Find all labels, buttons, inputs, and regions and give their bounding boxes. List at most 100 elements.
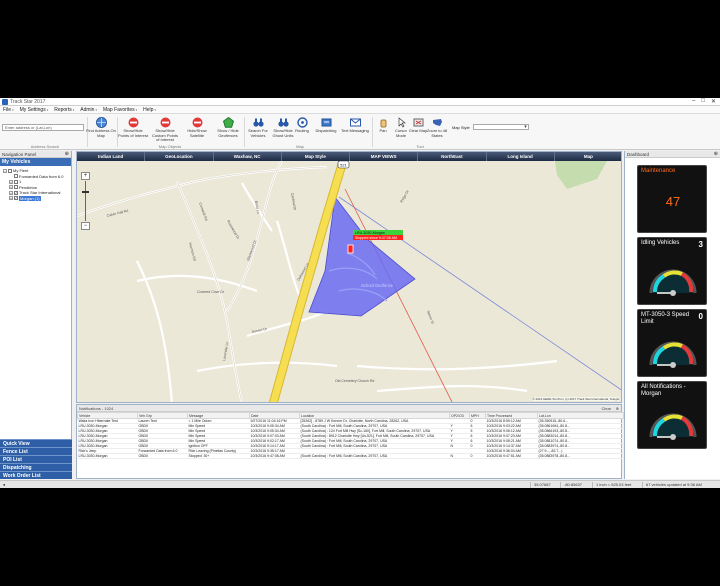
navigation-panel-title: Navigation Panel (2, 152, 37, 157)
no-entry-icon (191, 116, 203, 128)
tree-item[interactable]: Forwarded Data from 6.0 (0, 174, 71, 180)
status-lat: 35.07687 (530, 482, 554, 488)
zoom-48-states-button[interactable]: Zoom to 48 States (424, 116, 450, 138)
app-icon (2, 99, 8, 105)
svg-text:Covered Cove Dr: Covered Cove Dr (197, 290, 225, 294)
no-entry-icon (159, 116, 171, 128)
globe-icon (95, 116, 107, 128)
text-messaging-button[interactable]: Text Messaging (340, 116, 370, 134)
zoom-slider[interactable] (82, 181, 89, 221)
notifications-title: Notifications - 1024 (79, 406, 114, 411)
tree-item-selected[interactable]: + ✓ Morgan (1) (0, 195, 71, 202)
map-style-select[interactable] (472, 124, 529, 130)
menu-admin[interactable]: Admin ▾ (80, 107, 97, 113)
show-hide-poi-button[interactable]: Show/Hide Points of Interest (118, 116, 148, 138)
vehicle-label: LRU-3030-Morgan (355, 231, 385, 235)
table-row[interactable]: LRU-3030-Morgan OBDII Stopped: 30+ 10/3/201… (77, 453, 624, 459)
map-favorites-bar: Indian Land GeoLocation Waxhaw, NC Map S… (77, 152, 621, 161)
hide-show-satellite-button[interactable]: Hide/Show Satellite (182, 116, 212, 138)
group-label-tool: Tool (416, 144, 424, 149)
vehicle-marker (347, 244, 354, 254)
tab-work-order-list[interactable]: Work Order List (0, 471, 72, 479)
menu-help[interactable]: Help ▾ (143, 107, 156, 113)
clear-notifications-button[interactable]: Clear (601, 405, 611, 412)
map-copyright: © 2016 HERE TomTom, (c) 2017 Track Star … (532, 397, 619, 401)
zoom-slider-thumb[interactable] (82, 191, 89, 193)
table-cell: 10/3/2016 9:47:08 AM (249, 453, 300, 459)
tab-quick-view[interactable]: Quick View (0, 439, 72, 447)
menu-bar: File ▾ My Settings ▾ Reports ▾ Admin ▾ Map F… (0, 106, 720, 114)
close-icon[interactable]: ✕ (711, 98, 716, 105)
table-cell: Stopped: 30+ (187, 453, 250, 459)
my-vehicles-header[interactable]: My Vehicles (0, 158, 71, 166)
menu-map-favorites[interactable]: Map Favorites ▾ (103, 107, 137, 113)
table-cell: (South Carolina) : 124 Fort Mill Hwy [Sc… (299, 428, 450, 434)
menu-my-settings[interactable]: My Settings ▾ (20, 107, 49, 113)
gauge-icon (649, 269, 697, 296)
dashboard-panel: Dashboard ⊕ Maintenance 47 Idling Vehicle… (624, 151, 720, 479)
map-favorite-item[interactable]: Map Style (282, 152, 350, 161)
status-scale: 1 inch = 525.03 feet (592, 482, 634, 488)
map-favorite-item[interactable]: MAP VIEWS (350, 152, 419, 161)
zoom-control: + − (81, 172, 90, 230)
idling-vehicles-widget[interactable]: Idling Vehicles 3 (637, 237, 707, 305)
svg-text:Old Cemetery Church Rd: Old Cemetery Church Rd (335, 379, 374, 383)
all-notifications-widget[interactable]: All Notifications - Morgan (637, 381, 707, 449)
speed-limit-widget[interactable]: MT-3050-3 Speed Limit 0 (637, 309, 707, 377)
map-favorite-item[interactable]: NorthEast (418, 152, 487, 161)
maintenance-widget[interactable]: Maintenance 47 (637, 165, 707, 233)
maintenance-count: 47 (665, 194, 681, 209)
table-cell: (South Carolina) : Fort Mill, South Caro… (299, 453, 450, 459)
find-address-button[interactable]: Find Address On Map (86, 116, 116, 138)
tab-fence-list[interactable]: Fence List (0, 447, 72, 455)
pin-icon[interactable]: ⊕ (616, 405, 619, 412)
map-favorite-item[interactable]: Map (555, 152, 621, 161)
dispatch-icon (320, 116, 332, 128)
maximize-icon[interactable]: □ (701, 98, 705, 105)
status-lon: -80.85637 (560, 482, 585, 488)
group-label-address: Address Search (30, 144, 60, 149)
svg-text:521: 521 (340, 163, 347, 168)
menu-reports[interactable]: Reports ▾ (54, 107, 74, 113)
map-favorite-item[interactable]: Long Island (487, 152, 555, 161)
gauge-icon (649, 413, 697, 440)
map-favorite-item[interactable]: GeoLocation (145, 152, 214, 161)
geofence-label: School Geofence (361, 283, 394, 288)
hand-icon (377, 116, 389, 128)
group-label-map-objects: Map Objects (158, 144, 182, 149)
map-favorite-item[interactable]: Waxhaw, NC (214, 152, 282, 161)
table-cell: (35.0883978,-80.8... (537, 453, 624, 459)
pin-icon[interactable]: ⊕ (65, 151, 69, 158)
address-search-input[interactable]: Enter address or (Lat,Lon) (2, 124, 84, 131)
menu-file[interactable]: File ▾ (3, 107, 14, 113)
map-view[interactable]: Indian Land GeoLocation Waxhaw, NC Map S… (76, 151, 622, 403)
cursor-icon (395, 116, 407, 128)
dispatching-button[interactable]: Dispatching (311, 116, 341, 134)
table-cell: 10/3/2016 9:47:51 AM (485, 453, 538, 459)
table-cell: LRU-3030-Morgan (77, 453, 138, 459)
show-hide-geofences-button[interactable]: Show / Hide Geofences (213, 116, 243, 138)
info-icon: ● (3, 482, 6, 487)
tab-poi-list[interactable]: POI List (0, 455, 72, 463)
binoculars-icon (252, 116, 264, 128)
table-cell: 0 (469, 453, 486, 459)
clear-map-icon (412, 116, 424, 128)
zoom-out-button[interactable]: − (81, 222, 90, 230)
map-style-control: Map Style (452, 124, 529, 130)
table-cell: N (449, 453, 470, 459)
vehicle-status: Stopped since 9:47:08 AM (355, 236, 397, 240)
tab-dispatching[interactable]: Dispatching (0, 463, 72, 471)
gauge-icon (649, 341, 697, 368)
map-canvas[interactable]: 521 School Geofence LRU-3030-Morgan Stop… (77, 161, 622, 403)
envelope-icon (349, 116, 361, 128)
ribbon-toolbar: Enter address or (Lat,Lon) Address Searc… (0, 114, 720, 150)
map-favorite-item[interactable]: Indian Land (77, 152, 146, 161)
group-label-map: Map (296, 144, 304, 149)
show-hide-custom-poi-button[interactable]: Show/Hide Custom Points of Interest (150, 116, 180, 143)
minimize-icon[interactable]: – (692, 98, 695, 105)
zoom-in-button[interactable]: + (81, 172, 90, 180)
tree-item[interactable]: + ✓ Track Star International (0, 190, 71, 196)
status-updated: 67 vehicles updated at 9:36 AM (642, 482, 705, 488)
pin-icon[interactable]: ⊕ (714, 151, 718, 158)
window-title: Track Star 2017 (10, 99, 46, 105)
